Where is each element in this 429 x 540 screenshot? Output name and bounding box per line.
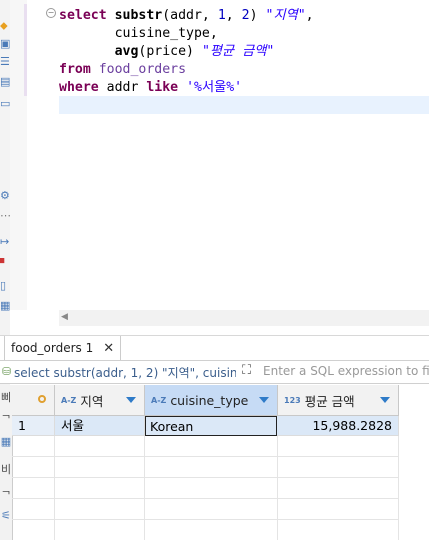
side-label[interactable]: 비 (0, 461, 12, 481)
row-number-header (12, 385, 55, 416)
side-label[interactable]: ᆨ (0, 481, 12, 501)
sql-text: (addr, (162, 8, 218, 23)
column-name: 평균 금액 (304, 393, 355, 409)
filter-input[interactable]: Enter a SQL expression to filter results… (263, 364, 429, 378)
file-icon[interactable]: ▯ (0, 280, 10, 292)
grid-line (12, 519, 399, 520)
result-grid: 삐 ᆨ ▦ 비 ᆨ ⚟ A-Z 지역 A-Z cuisine_type 123 … (0, 385, 429, 540)
sql-text: (price) (138, 44, 202, 59)
sql-editor[interactable]: − select substr(addr, 1, 2) "지역", cuisin… (10, 0, 429, 330)
table-cell[interactable]: 15,988.2828 (277, 416, 399, 436)
column-name: 지역 (80, 393, 104, 409)
list-icon[interactable]: ☰ (0, 56, 10, 68)
filter-icon: ⛁ (2, 365, 12, 378)
sql-function: substr (114, 8, 163, 23)
sort-arrow-icon[interactable] (380, 397, 390, 403)
folder-icon[interactable]: ▭ (0, 98, 10, 110)
sql-keyword: like (146, 80, 179, 95)
sql-text: cuisine_type, (114, 26, 218, 41)
type-az-icon: A-Z (61, 395, 77, 405)
table-cell[interactable]: 서울 (55, 416, 145, 436)
tab-food-orders[interactable]: food_orders 1 ✕ (4, 336, 122, 360)
panel-icon[interactable]: ▣ (0, 38, 10, 50)
query-text: select substr(addr, 1, 2) "지역", cuisine_… (14, 366, 236, 380)
sql-text: addr (98, 80, 147, 95)
grid-line (12, 456, 399, 457)
side-label[interactable]: ᆨ (0, 405, 12, 425)
close-icon[interactable]: ✕ (103, 341, 114, 356)
grid-line (398, 436, 399, 540)
fold-toggle-icon[interactable]: − (46, 8, 56, 18)
more-icon[interactable]: ⋯ (0, 210, 10, 222)
sql-text: ) (249, 8, 266, 23)
filter-bar: ⛁ select substr(addr, 1, 2) "지역", cuisin… (0, 361, 429, 384)
column-header[interactable]: 123 평균 금액 (278, 385, 399, 416)
sql-table: food_orders (98, 62, 187, 77)
row-number[interactable]: 1 (12, 416, 55, 436)
sql-keyword: from (59, 62, 91, 77)
column-header[interactable]: A-Z cuisine_type (145, 385, 278, 416)
commit-icon[interactable]: ⬥ (0, 20, 10, 32)
sql-function: avg (114, 44, 139, 59)
results-tabbar: food_orders 1 ✕ (0, 335, 429, 361)
sql-keyword: select (59, 8, 107, 23)
grid-icon[interactable]: ▦ (0, 300, 10, 312)
column-name: cuisine_type (170, 392, 249, 408)
sql-code[interactable]: select substr(addr, 1, 2) "지역", cuisine_… (59, 7, 314, 97)
sql-number: 1 (217, 8, 226, 23)
current-line-highlight (59, 96, 429, 114)
table-cell[interactable]: Korean (145, 416, 277, 436)
export-icon[interactable]: ↦ (0, 236, 10, 248)
error-icon[interactable]: ▘ (0, 258, 10, 270)
grid-line (277, 436, 278, 540)
scroll-left-icon[interactable]: ◀ (61, 312, 68, 322)
grid-line (12, 498, 399, 499)
sort-arrow-icon[interactable] (259, 397, 269, 403)
sql-string: '%서울%' (186, 80, 243, 95)
expand-icon[interactable]: ⛶ (242, 363, 251, 378)
grid-view-icon[interactable]: ▦ (0, 435, 12, 455)
column-header[interactable]: A-Z 지역 (55, 385, 145, 416)
sql-alias: "평균 금액" (201, 44, 275, 59)
grid-line (54, 436, 55, 540)
pin-icon[interactable] (38, 395, 46, 403)
sql-number: 2 (241, 8, 250, 23)
sort-arrow-icon[interactable] (126, 397, 136, 403)
sql-keyword: where (59, 80, 99, 95)
statement-marker (24, 4, 27, 96)
config-icon[interactable]: ⚟ (0, 509, 12, 529)
settings-icon[interactable]: ⚙ (0, 190, 10, 202)
sql-text: , (305, 8, 314, 23)
sql-alias: "지역" (265, 8, 306, 23)
type-az-icon: A-Z (151, 395, 167, 405)
grid-line (144, 436, 145, 540)
grid-line (12, 477, 399, 478)
type-number-icon: 123 (284, 395, 301, 405)
sql-text: , (225, 8, 242, 23)
outline-icon[interactable]: ▤ (0, 76, 10, 88)
horizontal-scrollbar[interactable]: ◀ (59, 310, 429, 326)
tab-label: food_orders 1 (11, 341, 94, 355)
